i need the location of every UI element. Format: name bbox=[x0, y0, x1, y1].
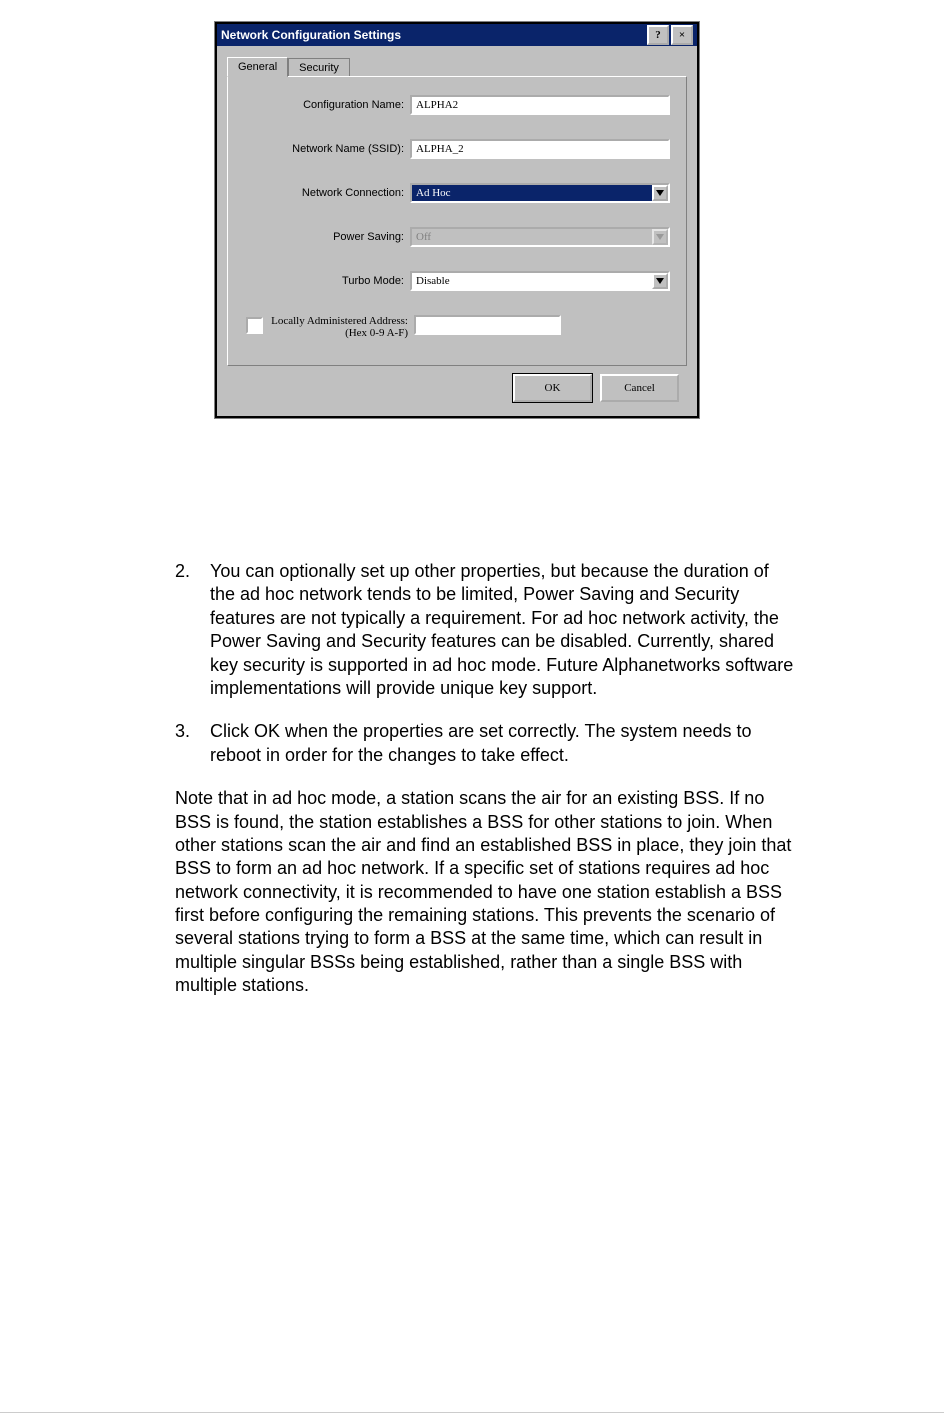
ssid-input[interactable] bbox=[410, 139, 670, 159]
power-value: Off bbox=[410, 227, 670, 247]
local-addr-checkbox[interactable] bbox=[246, 317, 263, 334]
config-name-input[interactable] bbox=[410, 95, 670, 115]
turbo-value: Disable bbox=[410, 271, 670, 291]
list-number-3: 3. bbox=[175, 720, 210, 767]
local-addr-label: Locally Administered Address: (Hex 0-9 A… bbox=[263, 315, 414, 339]
connection-value: Ad Hoc bbox=[410, 183, 670, 203]
tab-security[interactable]: Security bbox=[288, 58, 350, 77]
turbo-label: Turbo Mode: bbox=[244, 275, 410, 287]
chevron-down-icon bbox=[652, 229, 668, 245]
ssid-label: Network Name (SSID): bbox=[244, 143, 410, 155]
network-config-dialog: Network Configuration Settings ? × Gener… bbox=[215, 22, 699, 418]
document-text: 2. You can optionally set up other prope… bbox=[175, 560, 795, 1018]
tabstrip: General Security bbox=[227, 54, 687, 76]
list-item-3: Click OK when the properties are set cor… bbox=[210, 720, 795, 767]
connection-label: Network Connection: bbox=[244, 187, 410, 199]
chevron-down-icon[interactable] bbox=[652, 185, 668, 201]
button-bar: OK Cancel bbox=[227, 366, 687, 406]
local-addr-input[interactable] bbox=[414, 315, 561, 335]
titlebar[interactable]: Network Configuration Settings ? × bbox=[217, 24, 697, 46]
cancel-button[interactable]: Cancel bbox=[600, 374, 679, 402]
chevron-down-icon[interactable] bbox=[652, 273, 668, 289]
dialog-title: Network Configuration Settings bbox=[221, 28, 645, 42]
power-label: Power Saving: bbox=[244, 231, 410, 243]
tab-general[interactable]: General bbox=[227, 57, 288, 77]
turbo-combo[interactable]: Disable bbox=[410, 271, 670, 291]
close-button[interactable]: × bbox=[671, 25, 693, 45]
help-button[interactable]: ? bbox=[647, 25, 669, 45]
list-item-2: You can optionally set up other properti… bbox=[210, 560, 795, 700]
config-name-label: Configuration Name: bbox=[244, 99, 410, 111]
connection-combo[interactable]: Ad Hoc bbox=[410, 183, 670, 203]
ok-button[interactable]: OK bbox=[513, 374, 592, 402]
list-number-2: 2. bbox=[175, 560, 210, 700]
tab-panel-general: Configuration Name: Network Name (SSID):… bbox=[227, 76, 687, 366]
note-paragraph: Note that in ad hoc mode, a station scan… bbox=[175, 787, 795, 998]
power-combo: Off bbox=[410, 227, 670, 247]
